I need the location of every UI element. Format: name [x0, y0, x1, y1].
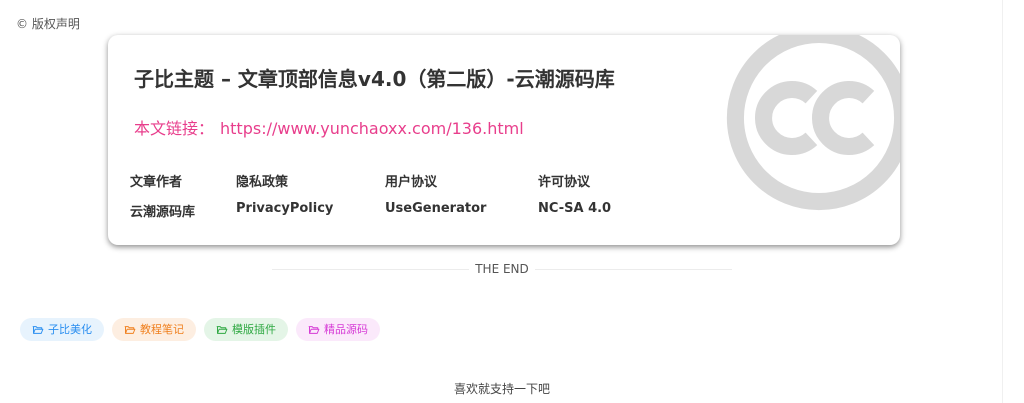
copyright-card: 子比主题 – 文章顶部信息v4.0（第二版）-云潮源码库 本文链接： https:…: [108, 35, 900, 245]
meta-license: 许可协议 NC-SA 4.0: [538, 171, 611, 216]
meta-author: 文章作者 云潮源码库: [130, 171, 195, 220]
tag-label: 精品源码: [324, 323, 368, 336]
tag-premium-source[interactable]: 精品源码: [296, 318, 380, 341]
meta-privacy: 隐私政策 PrivacyPolicy: [236, 171, 333, 216]
meta-value-terms[interactable]: UseGenerator: [385, 201, 486, 216]
tag-zibi-beautify[interactable]: 子比美化: [20, 318, 104, 341]
meta-head-author: 文章作者: [130, 175, 183, 190]
meta-value-privacy[interactable]: PrivacyPolicy: [236, 201, 333, 216]
article-link-label: 本文链接：: [134, 119, 215, 138]
folder-open-icon: [216, 325, 228, 334]
meta-head-license: 许可协议: [538, 175, 591, 190]
divider-line-left: [272, 268, 470, 270]
meta-value-author[interactable]: 云潮源码库: [130, 201, 195, 220]
the-end-divider: THE END: [272, 262, 732, 276]
creative-commons-icon: [726, 35, 900, 211]
page: © 版权声明 子比主题 – 文章顶部信息v4.0（第二版）-云潮源码库 本文链接…: [0, 0, 1024, 403]
tag-template-plugins[interactable]: 模版插件: [204, 318, 288, 341]
tag-label: 模版插件: [232, 323, 276, 336]
tag-label: 子比美化: [48, 323, 92, 336]
article-link-row: 本文链接： https://www.yunchaoxx.com/136.html: [134, 115, 524, 139]
folder-open-icon: [32, 325, 44, 334]
meta-head-terms: 用户协议: [385, 175, 438, 190]
category-tags: 子比美化 教程笔记 模版插件 精品源码: [20, 318, 380, 341]
article-link[interactable]: https://www.yunchaoxx.com/136.html: [220, 119, 524, 138]
tag-label: 教程笔记: [140, 323, 184, 336]
the-end-text: THE END: [475, 262, 529, 276]
folder-open-icon: [308, 325, 320, 334]
meta-head-privacy: 隐私政策: [236, 175, 289, 190]
article-title: 子比主题 – 文章顶部信息v4.0（第二版）-云潮源码库: [134, 67, 615, 91]
support-prompt: 喜欢就支持一下吧: [453, 382, 550, 396]
divider-line-right: [534, 268, 732, 270]
meta-terms: 用户协议 UseGenerator: [385, 171, 486, 216]
copyright-label: © 版权声明: [16, 17, 80, 31]
right-divider: [1002, 0, 1003, 403]
meta-value-license[interactable]: NC-SA 4.0: [538, 201, 611, 216]
tag-tutorial-notes[interactable]: 教程笔记: [112, 318, 196, 341]
folder-open-icon: [124, 325, 136, 334]
